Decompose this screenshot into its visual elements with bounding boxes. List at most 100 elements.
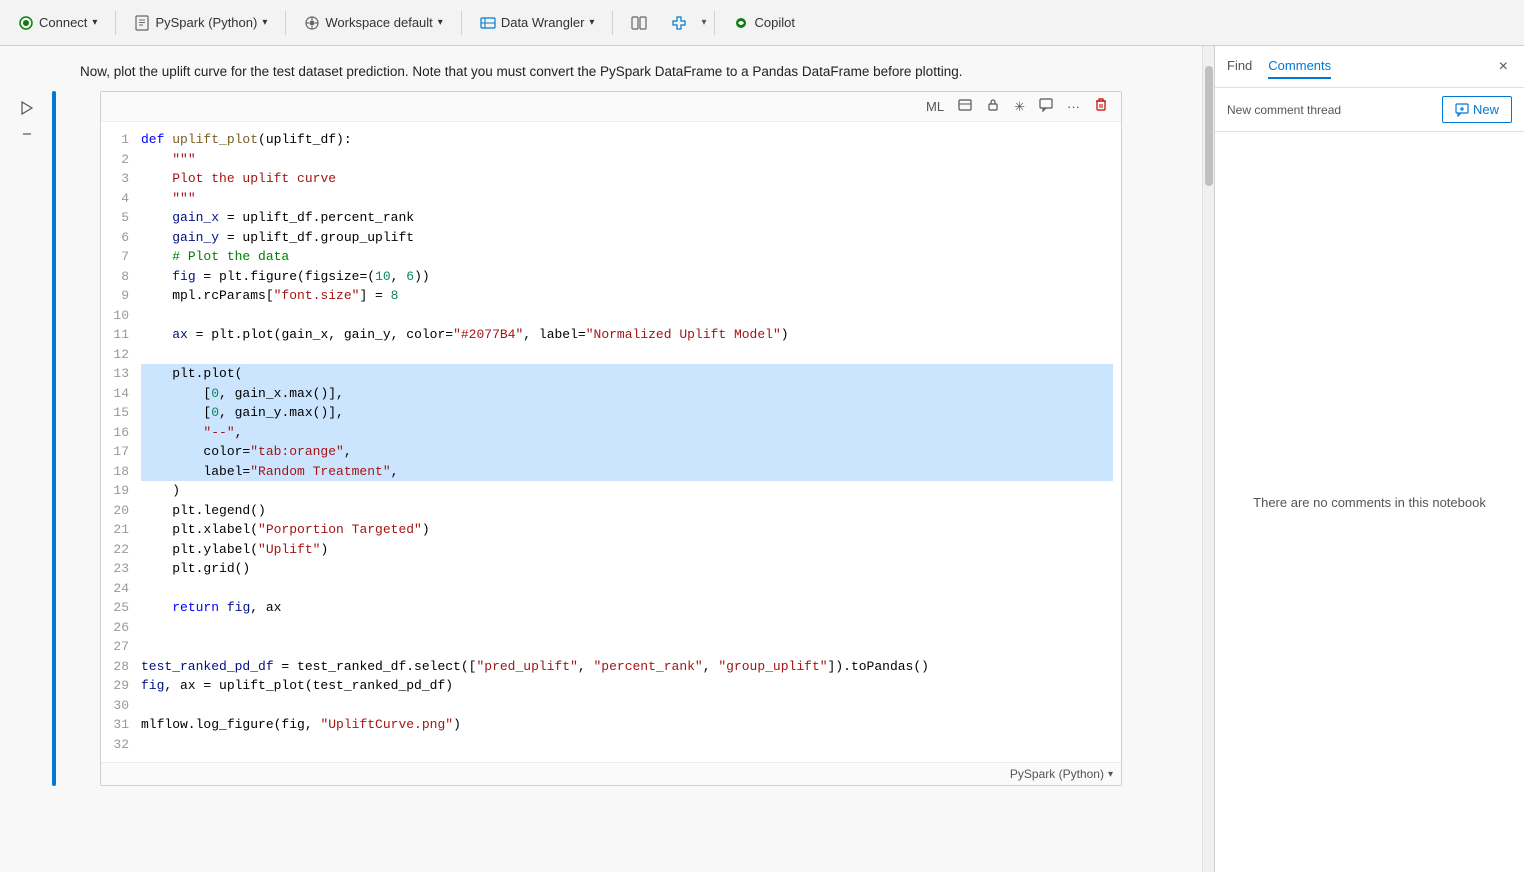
separator-2: [285, 11, 286, 35]
toolbar-chevron-icon[interactable]: ▾: [701, 17, 706, 28]
cell-active-indicator: [52, 91, 56, 786]
new-comment-icon: [1455, 103, 1469, 117]
more-options-button[interactable]: ···: [1062, 97, 1085, 116]
code-line-24: [141, 579, 1113, 599]
layout-button[interactable]: [621, 7, 657, 39]
notebook-icon: [134, 15, 150, 31]
new-comment-thread-label: New comment thread: [1227, 103, 1341, 117]
data-wrangler-label: Data Wrangler: [501, 15, 585, 30]
code-line-10: [141, 306, 1113, 326]
code-line-1: def uplift_plot(uplift_df):: [141, 130, 1113, 150]
code-line-27: [141, 637, 1113, 657]
notebook-area[interactable]: Now, plot the uplift curve for the test …: [0, 46, 1202, 872]
code-line-28: test_ranked_pd_df = test_ranked_df.selec…: [141, 657, 1113, 677]
code-line-22: plt.ylabel("Uplift"): [141, 540, 1113, 560]
panel-header: Find Comments ×: [1215, 46, 1524, 88]
workspace-label: Workspace default: [325, 15, 432, 30]
code-line-25: return fig, ax: [141, 598, 1113, 618]
code-line-15: [0, gain_y.max()],: [141, 403, 1113, 423]
ml-button[interactable]: ML: [921, 97, 949, 116]
empty-message-text: There are no comments in this notebook: [1253, 495, 1486, 510]
data-wrangler-chevron-icon: ▾: [589, 17, 594, 28]
code-line-11: ax = plt.plot(gain_x, gain_y, color="#20…: [141, 325, 1113, 345]
cell-footer: PySpark (Python) ▾: [101, 762, 1121, 785]
connect-button[interactable]: Connect ▾: [8, 7, 107, 39]
code-cell-wrapper: ML ✳: [60, 91, 1162, 786]
cell-description: Now, plot the uplift curve for the test …: [0, 56, 1202, 87]
notebook-scrollbar[interactable]: [1202, 46, 1214, 872]
layout-icon: [631, 15, 647, 31]
code-line-2: """: [141, 150, 1113, 170]
workspace-chevron-icon: ▾: [438, 17, 443, 28]
copilot-label: Copilot: [754, 15, 794, 30]
code-line-12: [141, 345, 1113, 365]
tab-find[interactable]: Find: [1227, 54, 1252, 79]
run-icon: [20, 101, 34, 115]
copilot-button[interactable]: Copilot: [723, 7, 804, 39]
right-panel: Find Comments × New comment thread New T…: [1214, 46, 1524, 872]
comment-cell-button[interactable]: [1034, 96, 1058, 117]
code-line-23: plt.grid(): [141, 559, 1113, 579]
new-comment-button[interactable]: New: [1442, 96, 1512, 123]
cell-language-chevron-icon: ▾: [1108, 769, 1113, 780]
cell-run-controls: [18, 99, 36, 144]
separator-3: [461, 11, 462, 35]
delete-cell-button[interactable]: [1089, 96, 1113, 117]
code-line-3: Plot the uplift curve: [141, 169, 1113, 189]
connect-icon: [18, 15, 34, 31]
debug-button[interactable]: [661, 7, 697, 39]
data-wrangler-icon: [480, 15, 496, 31]
code-line-6: gain_y = uplift_df.group_uplift: [141, 228, 1113, 248]
code-line-29: fig, ax = uplift_plot(test_ranked_pd_df): [141, 676, 1113, 696]
kernel-chevron-icon: ▾: [262, 17, 267, 28]
copilot-icon: [733, 15, 749, 31]
code-lines: def uplift_plot(uplift_df): """ Plot the…: [141, 130, 1121, 754]
connect-label: Connect: [39, 15, 87, 30]
asterisk-button[interactable]: ✳: [1009, 97, 1030, 117]
code-line-30: [141, 696, 1113, 716]
data-wrangler-button[interactable]: Data Wrangler ▾: [470, 7, 605, 39]
separator-5: [714, 11, 715, 35]
convert-button[interactable]: [953, 96, 977, 117]
code-line-18: label="Random Treatment",: [141, 462, 1113, 482]
kernel-label: PySpark (Python): [155, 15, 257, 30]
lock-icon: [986, 98, 1000, 112]
comment-icon: [1039, 98, 1053, 112]
code-content: 12345 678910 1112131415 1617181920 21222…: [101, 122, 1121, 762]
collapse-button[interactable]: [20, 124, 34, 144]
cell-language-label: PySpark (Python): [1010, 767, 1104, 781]
panel-action-row: New comment thread New: [1215, 88, 1524, 132]
code-line-26: [141, 618, 1113, 638]
separator-4: [612, 11, 613, 35]
separator-1: [115, 11, 116, 35]
panel-empty-message: There are no comments in this notebook: [1215, 132, 1524, 872]
delete-icon: [1094, 98, 1108, 112]
tab-comments[interactable]: Comments: [1268, 54, 1331, 79]
code-line-4: """: [141, 189, 1113, 209]
convert-icon: [958, 98, 972, 112]
run-cell-button[interactable]: [18, 99, 36, 120]
code-line-20: plt.legend(): [141, 501, 1113, 521]
code-line-8: fig = plt.figure(figsize=(10, 6)): [141, 267, 1113, 287]
workspace-button[interactable]: Workspace default ▾: [294, 7, 452, 39]
code-line-13: plt.plot(: [141, 364, 1113, 384]
code-line-9: mpl.rcParams["font.size"] = 8: [141, 286, 1113, 306]
cell-toolbar: ML ✳: [101, 92, 1121, 122]
new-button-label: New: [1473, 102, 1499, 117]
code-line-5: gain_x = uplift_df.percent_rank: [141, 208, 1113, 228]
code-cell[interactable]: ML ✳: [100, 91, 1122, 786]
code-line-32: [141, 735, 1113, 755]
lock-button[interactable]: [981, 96, 1005, 117]
debug-icon: [671, 15, 687, 31]
code-line-14: [0, gain_x.max()],: [141, 384, 1113, 404]
code-line-21: plt.xlabel("Porportion Targeted"): [141, 520, 1113, 540]
cell-language-selector[interactable]: PySpark (Python) ▾: [1010, 767, 1113, 781]
line-numbers: 12345 678910 1112131415 1617181920 21222…: [101, 130, 141, 754]
panel-close-button[interactable]: ×: [1495, 56, 1512, 78]
scrollbar-thumb[interactable]: [1205, 66, 1213, 186]
code-line-17: color="tab:orange",: [141, 442, 1113, 462]
code-line-31: mlflow.log_figure(fig, "UpliftCurve.png"…: [141, 715, 1113, 735]
code-line-16: "--",: [141, 423, 1113, 443]
code-line-19: ): [141, 481, 1113, 501]
kernel-button[interactable]: PySpark (Python) ▾: [124, 7, 277, 39]
